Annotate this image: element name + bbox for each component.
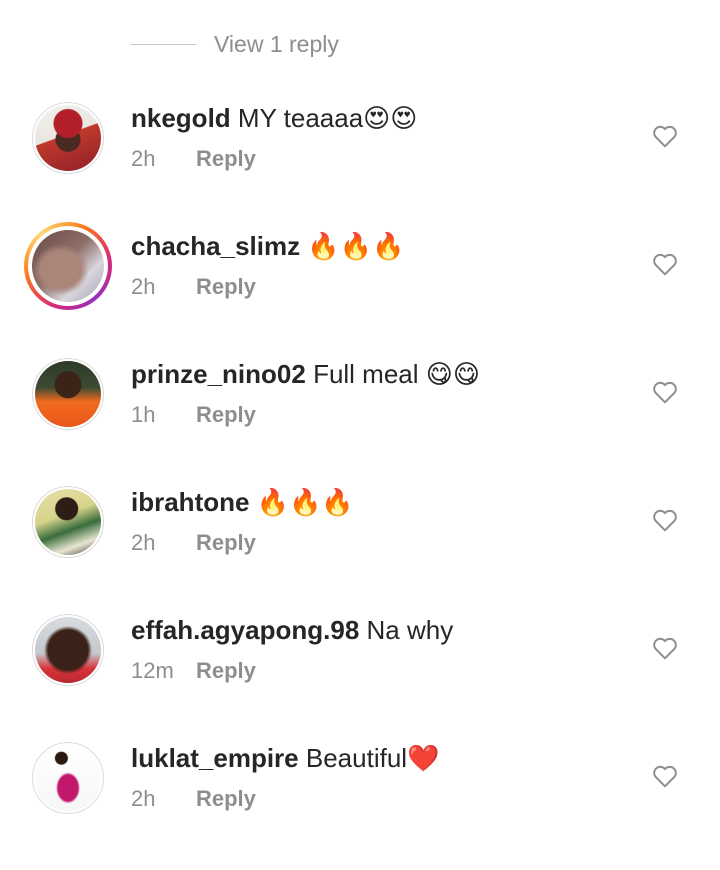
- heart-icon[interactable]: [652, 252, 678, 276]
- username-link[interactable]: luklat_empire: [131, 743, 299, 773]
- comment-text: Na why: [366, 615, 454, 645]
- heart-icon[interactable]: [652, 124, 678, 148]
- comment-header: chacha_slimz 🔥🔥🔥: [131, 230, 404, 262]
- comment-meta: 1h Reply: [131, 402, 256, 428]
- view-replies-label: View 1 reply: [214, 30, 339, 57]
- reply-thread-line: [130, 43, 196, 45]
- reply-button[interactable]: Reply: [196, 402, 256, 428]
- timestamp: 2h: [131, 274, 156, 299]
- comment-header: effah.agyapong.98 Na why: [131, 614, 453, 646]
- reply-button[interactable]: Reply: [196, 786, 256, 812]
- timestamp: 1h: [131, 402, 156, 427]
- comment-header: prinze_nino02 Full meal 😋😋: [131, 358, 480, 390]
- comment-item: luklat_empire Beautiful❤️ 2h Reply: [0, 742, 720, 870]
- comment-meta: 2h Reply: [131, 530, 256, 556]
- view-replies-button[interactable]: View 1 reply: [130, 28, 339, 60]
- comment-item: chacha_slimz 🔥🔥🔥 2h Reply: [0, 222, 720, 358]
- comment-meta: 12m Reply: [131, 658, 256, 684]
- username-link[interactable]: prinze_nino02: [131, 359, 306, 389]
- timestamp: 2h: [131, 146, 156, 171]
- heart-icon[interactable]: [652, 380, 678, 404]
- username-link[interactable]: effah.agyapong.98: [131, 615, 359, 645]
- comment-item: effah.agyapong.98 Na why 12m Reply: [0, 614, 720, 742]
- timestamp: 12m: [131, 658, 174, 683]
- comment-header: nkegold MY teaaaa😍😍: [131, 102, 417, 134]
- avatar[interactable]: [32, 742, 104, 814]
- comment-text: 🔥🔥🔥: [256, 487, 354, 517]
- avatar[interactable]: [32, 358, 104, 430]
- comment-header: ibrahtone 🔥🔥🔥: [131, 486, 354, 518]
- timestamp: 2h: [131, 530, 156, 555]
- username-link[interactable]: ibrahtone: [131, 487, 249, 517]
- reply-button[interactable]: Reply: [196, 530, 256, 556]
- comment-meta: 2h Reply: [131, 146, 256, 172]
- avatar[interactable]: [32, 486, 104, 558]
- comment-item: ibrahtone 🔥🔥🔥 2h Reply: [0, 486, 720, 614]
- timestamp: 2h: [131, 786, 156, 811]
- reply-button[interactable]: Reply: [196, 146, 256, 172]
- username-link[interactable]: nkegold: [131, 103, 231, 133]
- comment-header: luklat_empire Beautiful❤️: [131, 742, 439, 774]
- reply-button[interactable]: Reply: [196, 274, 256, 300]
- avatar[interactable]: [32, 102, 104, 174]
- comment-text: 🔥🔥🔥: [307, 231, 405, 261]
- comment-text: MY teaaaa😍😍: [237, 103, 418, 133]
- heart-icon[interactable]: [652, 636, 678, 660]
- heart-icon[interactable]: [652, 508, 678, 532]
- username-link[interactable]: chacha_slimz: [131, 231, 300, 261]
- comment-meta: 2h Reply: [131, 786, 256, 812]
- comment-item: nkegold MY teaaaa😍😍 2h Reply: [0, 102, 720, 230]
- reply-button[interactable]: Reply: [196, 658, 256, 684]
- comment-text: Beautiful❤️: [305, 743, 440, 773]
- heart-icon[interactable]: [652, 764, 678, 788]
- avatar-story-ring[interactable]: [24, 222, 112, 310]
- comment-meta: 2h Reply: [131, 274, 256, 300]
- comment-item: prinze_nino02 Full meal 😋😋 1h Reply: [0, 358, 720, 486]
- avatar[interactable]: [32, 614, 104, 686]
- comment-text: Full meal 😋😋: [313, 359, 480, 389]
